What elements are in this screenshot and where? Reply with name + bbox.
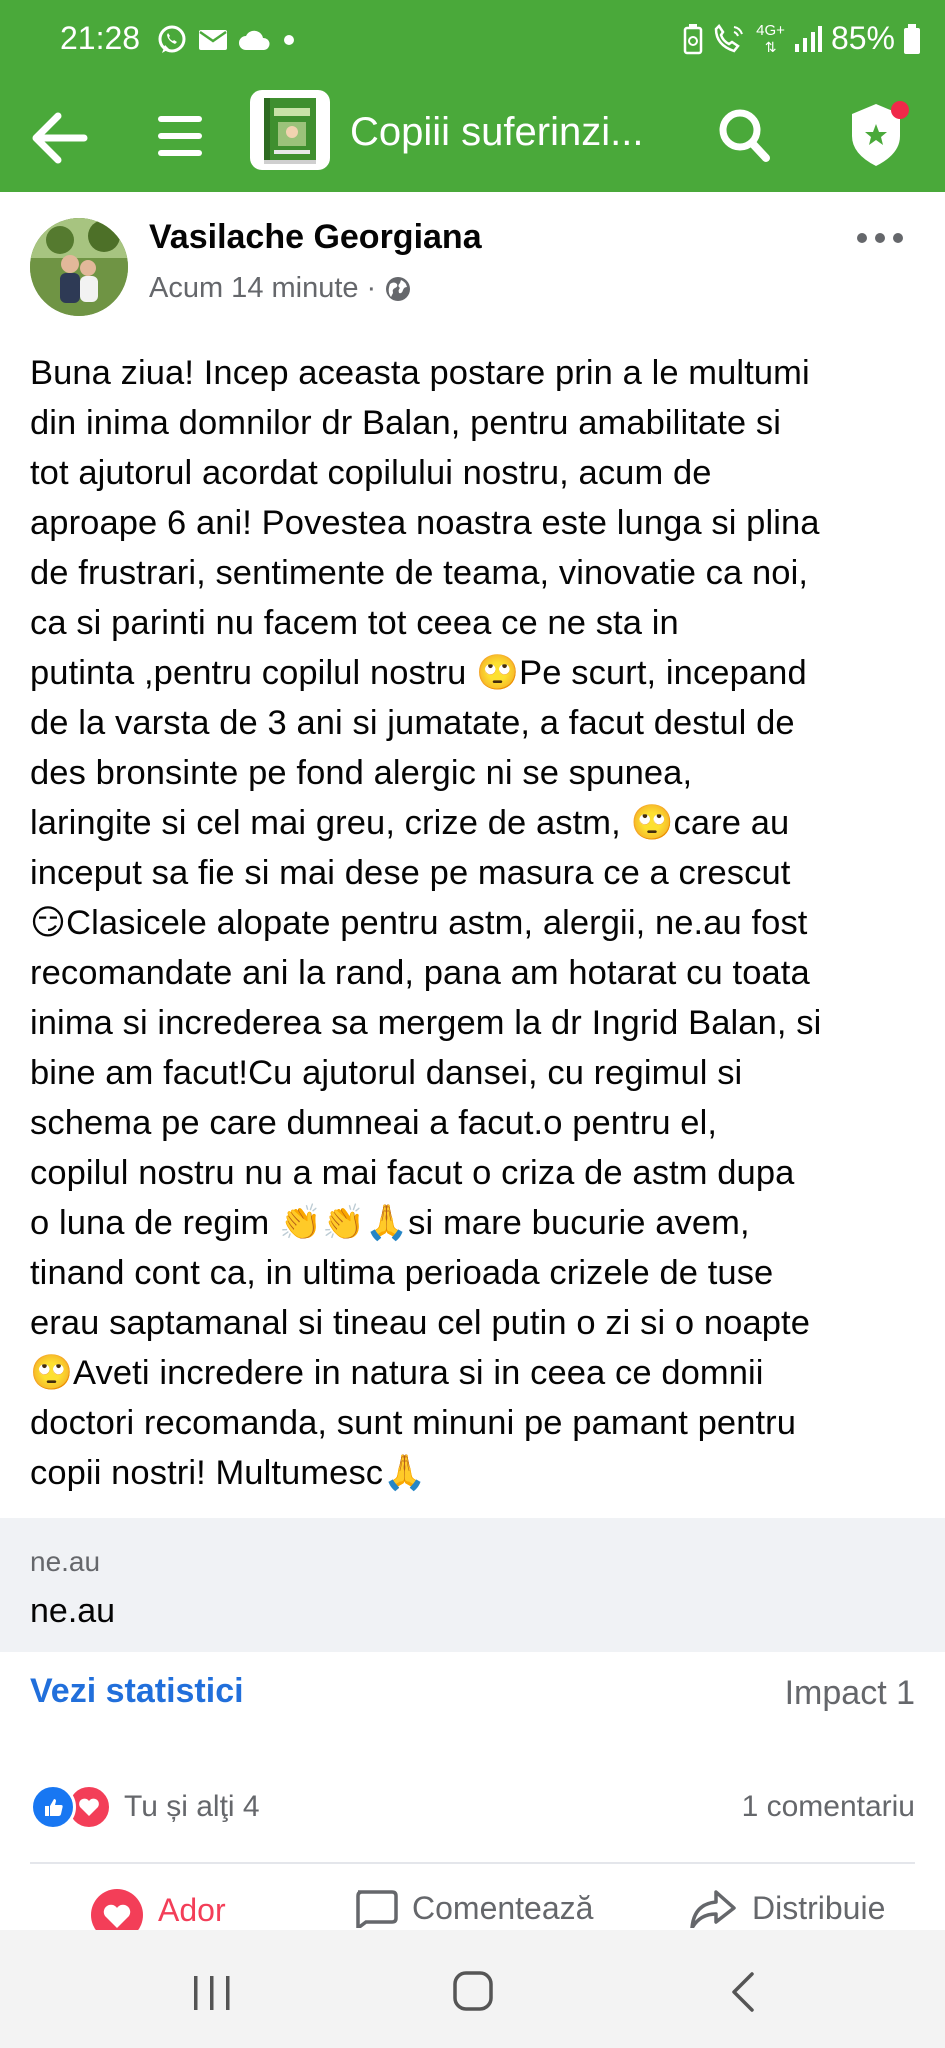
group-title[interactable]: Copiii suferinzi... xyxy=(350,110,680,155)
menu-icon[interactable] xyxy=(150,106,210,166)
data-arrows-icon: ⇅ xyxy=(764,38,777,55)
dot-icon xyxy=(284,35,294,45)
signal-icon xyxy=(794,25,822,52)
status-right-icons: 4G+ ⇅ 85% xyxy=(682,20,921,57)
cloud-icon xyxy=(239,30,270,50)
app-bar: Copiii suferinzi... xyxy=(0,82,945,192)
battery-percent: 85% xyxy=(830,20,895,56)
system-nav-bar xyxy=(0,1930,945,2048)
admin-shield-icon[interactable] xyxy=(846,94,912,174)
link-domain: ne.au xyxy=(30,1546,101,1577)
whatsapp-icon xyxy=(158,25,186,53)
share-button[interactable]: Distribuie xyxy=(688,1888,885,1928)
book-cover-icon xyxy=(264,98,316,164)
share-icon xyxy=(690,1890,736,1928)
group-thumbnail[interactable] xyxy=(250,90,330,170)
post-time[interactable]: Acum 14 minute xyxy=(149,272,359,305)
meta-separator: · xyxy=(366,272,377,304)
status-bar: 21:28 4G+ ⇅ 85% xyxy=(0,0,945,82)
view-insights-link[interactable]: Vezi statistici xyxy=(30,1672,244,1711)
avatar[interactable] xyxy=(30,218,128,316)
mail-icon xyxy=(199,30,227,50)
link-preview[interactable]: ne.au ne.au xyxy=(0,1518,945,1652)
comments-count[interactable]: 1 comentariu xyxy=(742,1790,915,1824)
love-label: Ador xyxy=(158,1891,226,1928)
wifi-calling-icon xyxy=(714,23,744,52)
more-options-icon[interactable] xyxy=(854,226,906,250)
battery-saver-icon xyxy=(683,23,703,54)
status-time: 21:28 xyxy=(60,20,141,56)
home-icon[interactable] xyxy=(452,1970,494,2012)
share-label: Distribuie xyxy=(752,1889,886,1926)
status-notification-icons xyxy=(156,22,296,58)
recent-apps-icon[interactable] xyxy=(190,1974,234,2012)
like-reaction-icon xyxy=(30,1784,76,1830)
back-arrow-icon[interactable] xyxy=(24,100,100,176)
reactions-text: Tu și alţi 4 xyxy=(124,1790,260,1823)
heart-icon xyxy=(91,1889,143,1932)
comment-button[interactable]: Comentează xyxy=(352,1888,593,1928)
link-title: ne.au xyxy=(30,1592,116,1630)
search-icon[interactable] xyxy=(714,102,774,168)
battery-icon xyxy=(904,23,920,54)
post-author[interactable]: Vasilache Georgiana xyxy=(149,218,482,257)
love-button[interactable]: Ador xyxy=(90,1888,226,1932)
comment-label: Comentează xyxy=(412,1889,594,1926)
post-body: Buna ziua! Incep aceasta postare prin a … xyxy=(30,354,822,1492)
post-actions: Ador Comentează Distribuie xyxy=(0,1888,945,1932)
divider xyxy=(30,1862,915,1864)
comment-icon xyxy=(356,1890,398,1928)
network-type: 4G+ ⇅ xyxy=(756,21,785,55)
notification-dot-icon xyxy=(891,101,909,119)
back-nav-icon[interactable] xyxy=(728,1970,758,2014)
post-meta: Acum 14 minute · xyxy=(149,272,412,305)
impact-count[interactable]: Impact 1 xyxy=(785,1674,915,1713)
globe-icon xyxy=(386,276,411,301)
avatar-photo-icon xyxy=(30,218,128,316)
reactions-summary[interactable]: Tu și alţi 4 xyxy=(30,1784,260,1830)
